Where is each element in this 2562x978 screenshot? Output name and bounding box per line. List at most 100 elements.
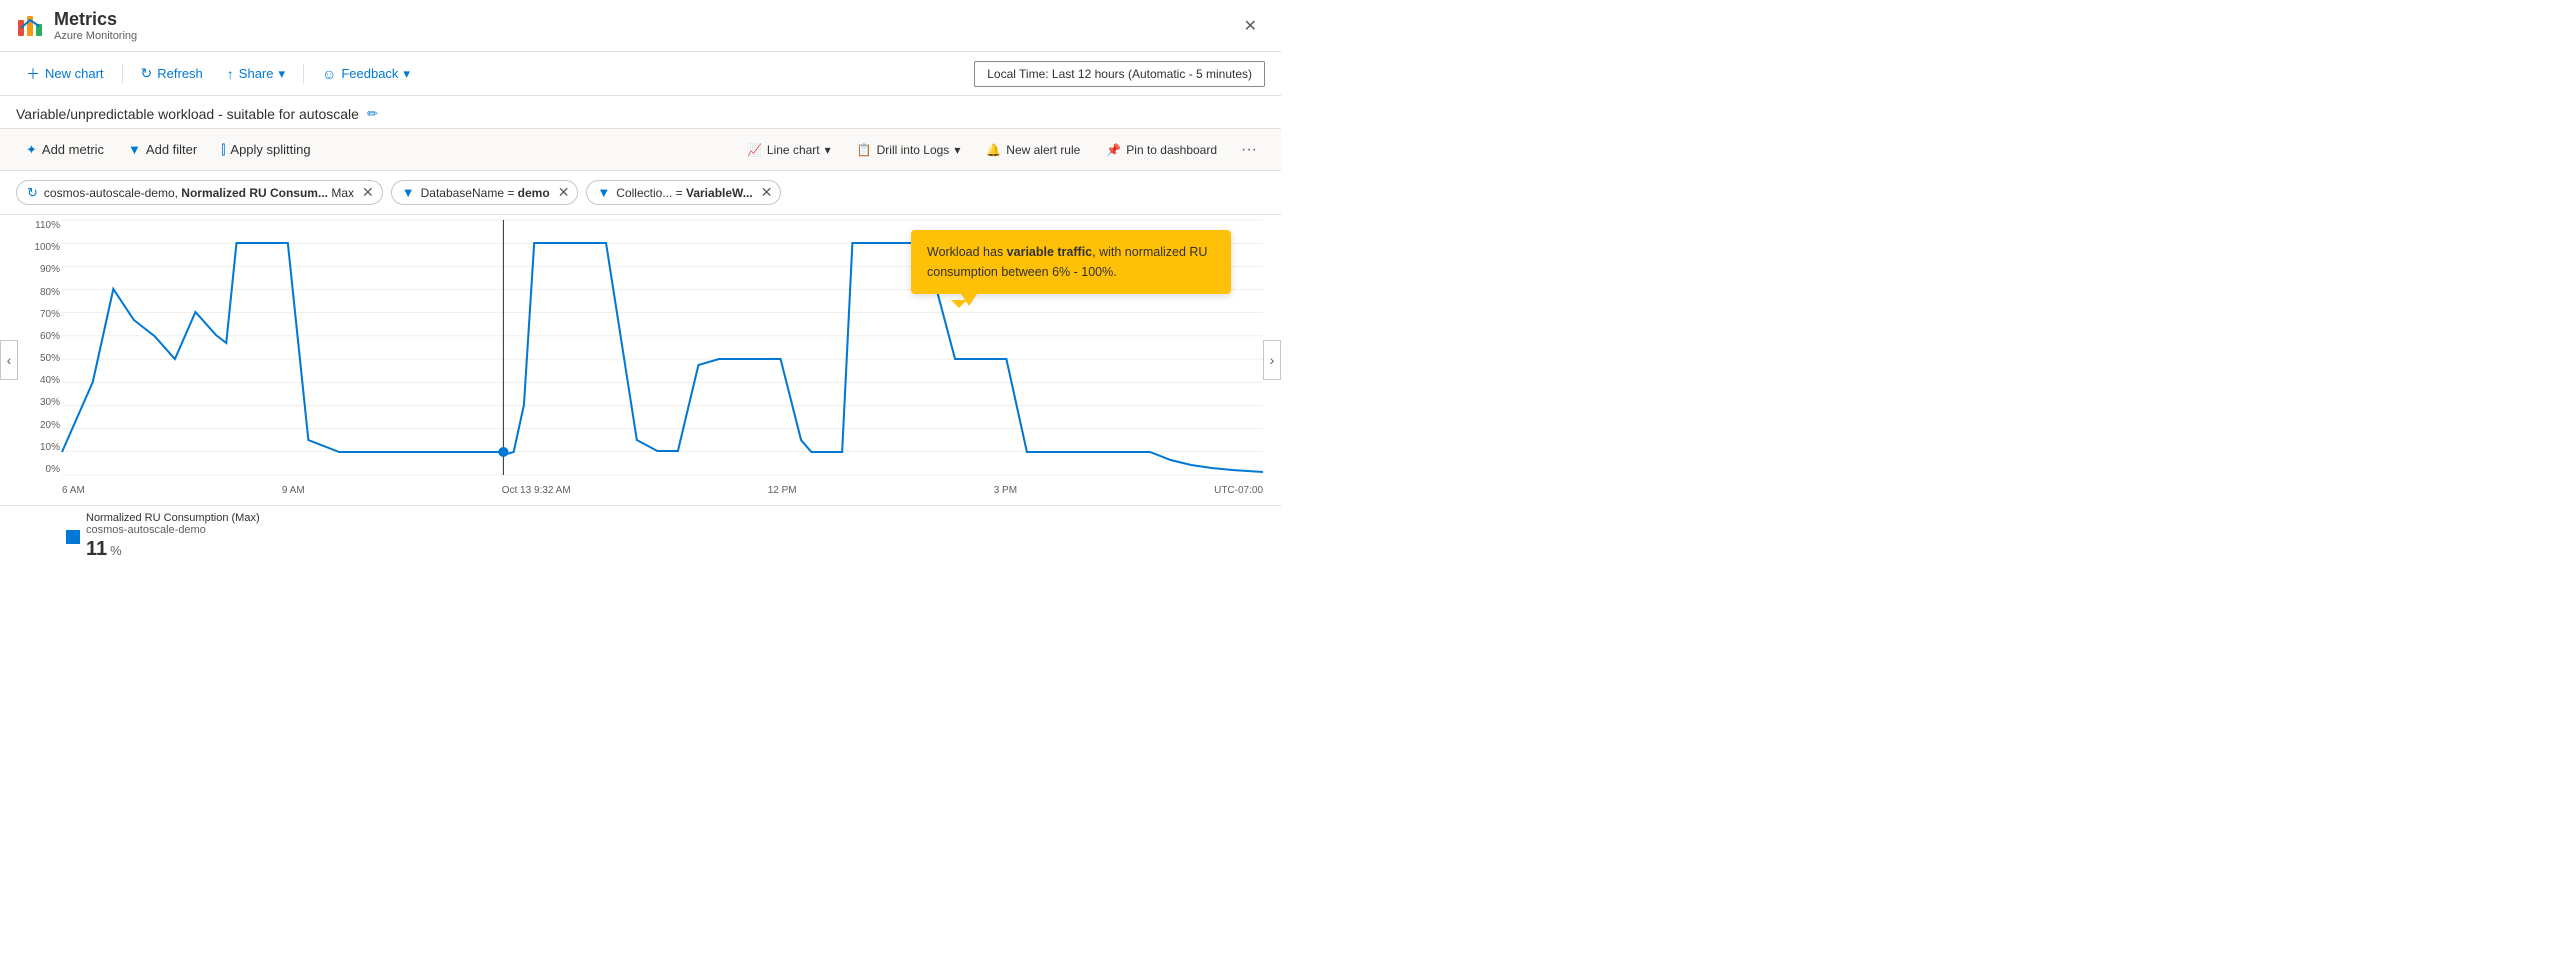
x-label-9am: 9 AM bbox=[282, 485, 305, 496]
x-axis: 6 AM 9 AM Oct 13 9:32 AM 12 PM 3 PM UTC-… bbox=[62, 478, 1263, 503]
split-icon: ⫿ bbox=[221, 142, 225, 158]
x-label-timestamp: Oct 13 9:32 AM bbox=[502, 485, 571, 496]
refresh-label: Refresh bbox=[157, 66, 203, 81]
apply-splitting-button[interactable]: ⫿ Apply splitting bbox=[211, 137, 320, 163]
y-label-110: 110% bbox=[18, 220, 60, 231]
new-chart-button[interactable]: ＋ New chart bbox=[16, 59, 114, 89]
alert-label: New alert rule bbox=[1006, 143, 1080, 157]
legend-value-row: 11 % bbox=[86, 538, 260, 561]
add-metric-label: Add metric bbox=[42, 142, 104, 157]
feedback-button[interactable]: ☺ Feedback ▾ bbox=[312, 61, 420, 87]
x-label-12pm: 12 PM bbox=[768, 485, 797, 496]
metrics-left: ✦ Add metric ▼ Add filter ⫿ Apply splitt… bbox=[16, 137, 321, 163]
app-subtitle: Azure Monitoring bbox=[54, 30, 137, 42]
app-title: Metrics bbox=[54, 9, 137, 30]
share-icon: ↑ bbox=[227, 66, 234, 82]
chart-container: ‹ › 110% 100% 90% 80% 70% 60% 50% 40% 30… bbox=[0, 215, 1281, 505]
y-label-80: 80% bbox=[18, 287, 60, 298]
app-icon bbox=[16, 12, 44, 40]
y-label-90: 90% bbox=[18, 264, 60, 275]
apply-splitting-label: Apply splitting bbox=[230, 142, 310, 157]
add-metric-button[interactable]: ✦ Add metric bbox=[16, 137, 114, 163]
y-label-60: 60% bbox=[18, 331, 60, 342]
add-filter-label: Add filter bbox=[146, 142, 197, 157]
feedback-icon: ☺ bbox=[322, 66, 336, 82]
x-label-6am: 6 AM bbox=[62, 485, 85, 496]
tooltip-arrow bbox=[961, 294, 977, 306]
share-label: Share bbox=[239, 66, 274, 81]
legend-title: Normalized RU Consumption (Max) bbox=[86, 512, 260, 524]
add-metric-icon: ✦ bbox=[26, 142, 37, 158]
refresh-icon: ↻ bbox=[141, 65, 153, 82]
y-label-100: 100% bbox=[18, 242, 60, 253]
toolbar-left: ＋ New chart ↻ Refresh ↑ Share ▾ ☺ Feedba… bbox=[16, 59, 420, 89]
add-filter-button[interactable]: ▼ Add filter bbox=[118, 137, 207, 162]
pin-icon: 📌 bbox=[1106, 143, 1121, 157]
remove-database-filter-button[interactable]: ✕ bbox=[558, 184, 570, 201]
edit-icon[interactable]: ✏ bbox=[367, 106, 378, 122]
filter-pill-metric[interactable]: ↻ cosmos-autoscale-demo, Normalized RU C… bbox=[16, 180, 383, 205]
line-chart-label: Line chart bbox=[767, 143, 820, 157]
chart-right-nav[interactable]: › bbox=[1263, 340, 1281, 380]
line-chart-icon: 📈 bbox=[747, 143, 762, 157]
legend-unit: % bbox=[110, 543, 122, 558]
filter-icon: ▼ bbox=[128, 142, 141, 157]
chart-dot bbox=[498, 447, 508, 457]
x-label-3pm: 3 PM bbox=[994, 485, 1017, 496]
divider2 bbox=[303, 64, 304, 84]
filter-text-database: DatabaseName = demo bbox=[421, 186, 550, 200]
metrics-toolbar: ✦ Add metric ▼ Add filter ⫿ Apply splitt… bbox=[0, 129, 1281, 171]
chart-title: Variable/unpredictable workload - suitab… bbox=[16, 106, 1265, 122]
database-filter-icon: ▼ bbox=[402, 185, 415, 200]
tooltip-bubble: Workload has variable traffic, with norm… bbox=[911, 230, 1231, 294]
title-bar: Metrics Azure Monitoring ✕ bbox=[0, 0, 1281, 52]
more-options-button[interactable]: ··· bbox=[1233, 136, 1265, 164]
legend: Normalized RU Consumption (Max) cosmos-a… bbox=[0, 505, 1281, 567]
chevron-down-icon2: ▾ bbox=[403, 66, 410, 82]
y-axis: 110% 100% 90% 80% 70% 60% 50% 40% 30% 20… bbox=[18, 220, 60, 475]
line-chart-button[interactable]: 📈 Line chart ▾ bbox=[737, 138, 841, 162]
legend-color-swatch bbox=[66, 530, 80, 544]
close-button[interactable]: ✕ bbox=[1236, 12, 1265, 40]
time-range-button[interactable]: Local Time: Last 12 hours (Automatic - 5… bbox=[974, 61, 1265, 87]
filter-pill-database[interactable]: ▼ DatabaseName = demo ✕ bbox=[391, 180, 579, 205]
drill-label: Drill into Logs bbox=[877, 143, 950, 157]
refresh-button[interactable]: ↻ Refresh bbox=[131, 60, 213, 87]
metrics-right: 📈 Line chart ▾ 📋 Drill into Logs ▾ 🔔 New… bbox=[737, 136, 1265, 164]
legend-subtitle: cosmos-autoscale-demo bbox=[86, 524, 260, 536]
plus-icon: ＋ bbox=[26, 64, 40, 84]
legend-value: 11 bbox=[86, 538, 107, 561]
alert-icon: 🔔 bbox=[986, 143, 1001, 157]
chart-left-nav[interactable]: ‹ bbox=[0, 340, 18, 380]
y-label-0: 0% bbox=[18, 464, 60, 475]
y-label-70: 70% bbox=[18, 309, 60, 320]
y-label-40: 40% bbox=[18, 375, 60, 386]
x-label-timezone: UTC-07:00 bbox=[1214, 485, 1263, 496]
tooltip-text: Workload has variable traffic, with norm… bbox=[927, 245, 1207, 279]
filter-pill-collection[interactable]: ▼ Collectio... = VariableW... ✕ bbox=[586, 180, 781, 205]
toolbar: ＋ New chart ↻ Refresh ↑ Share ▾ ☺ Feedba… bbox=[0, 52, 1281, 96]
collection-filter-icon: ▼ bbox=[597, 185, 610, 200]
metric-filter-icon: ↻ bbox=[27, 185, 38, 201]
y-label-10: 10% bbox=[18, 442, 60, 453]
new-alert-rule-button[interactable]: 🔔 New alert rule bbox=[976, 138, 1090, 162]
chart-title-text: Variable/unpredictable workload - suitab… bbox=[16, 106, 359, 122]
legend-text: Normalized RU Consumption (Max) cosmos-a… bbox=[86, 512, 260, 561]
y-label-20: 20% bbox=[18, 420, 60, 431]
remove-metric-filter-button[interactable]: ✕ bbox=[362, 184, 374, 201]
title-left: Metrics Azure Monitoring bbox=[16, 9, 137, 42]
filter-text-collection: Collectio... = VariableW... bbox=[616, 186, 752, 200]
share-button[interactable]: ↑ Share ▾ bbox=[217, 61, 295, 87]
feedback-label: Feedback bbox=[341, 66, 398, 81]
drill-icon: 📋 bbox=[857, 143, 872, 157]
chevron-line-icon: ▾ bbox=[825, 143, 831, 157]
remove-collection-filter-button[interactable]: ✕ bbox=[761, 184, 773, 201]
drill-into-logs-button[interactable]: 📋 Drill into Logs ▾ bbox=[847, 138, 971, 162]
chart-title-area: Variable/unpredictable workload - suitab… bbox=[0, 96, 1281, 129]
new-chart-label: New chart bbox=[45, 66, 104, 81]
filter-text-metric: cosmos-autoscale-demo, Normalized RU Con… bbox=[44, 186, 354, 200]
pin-to-dashboard-button[interactable]: 📌 Pin to dashboard bbox=[1096, 138, 1227, 162]
pin-label: Pin to dashboard bbox=[1126, 143, 1217, 157]
chevron-drill-icon: ▾ bbox=[954, 143, 960, 157]
chevron-down-icon: ▾ bbox=[279, 66, 286, 82]
